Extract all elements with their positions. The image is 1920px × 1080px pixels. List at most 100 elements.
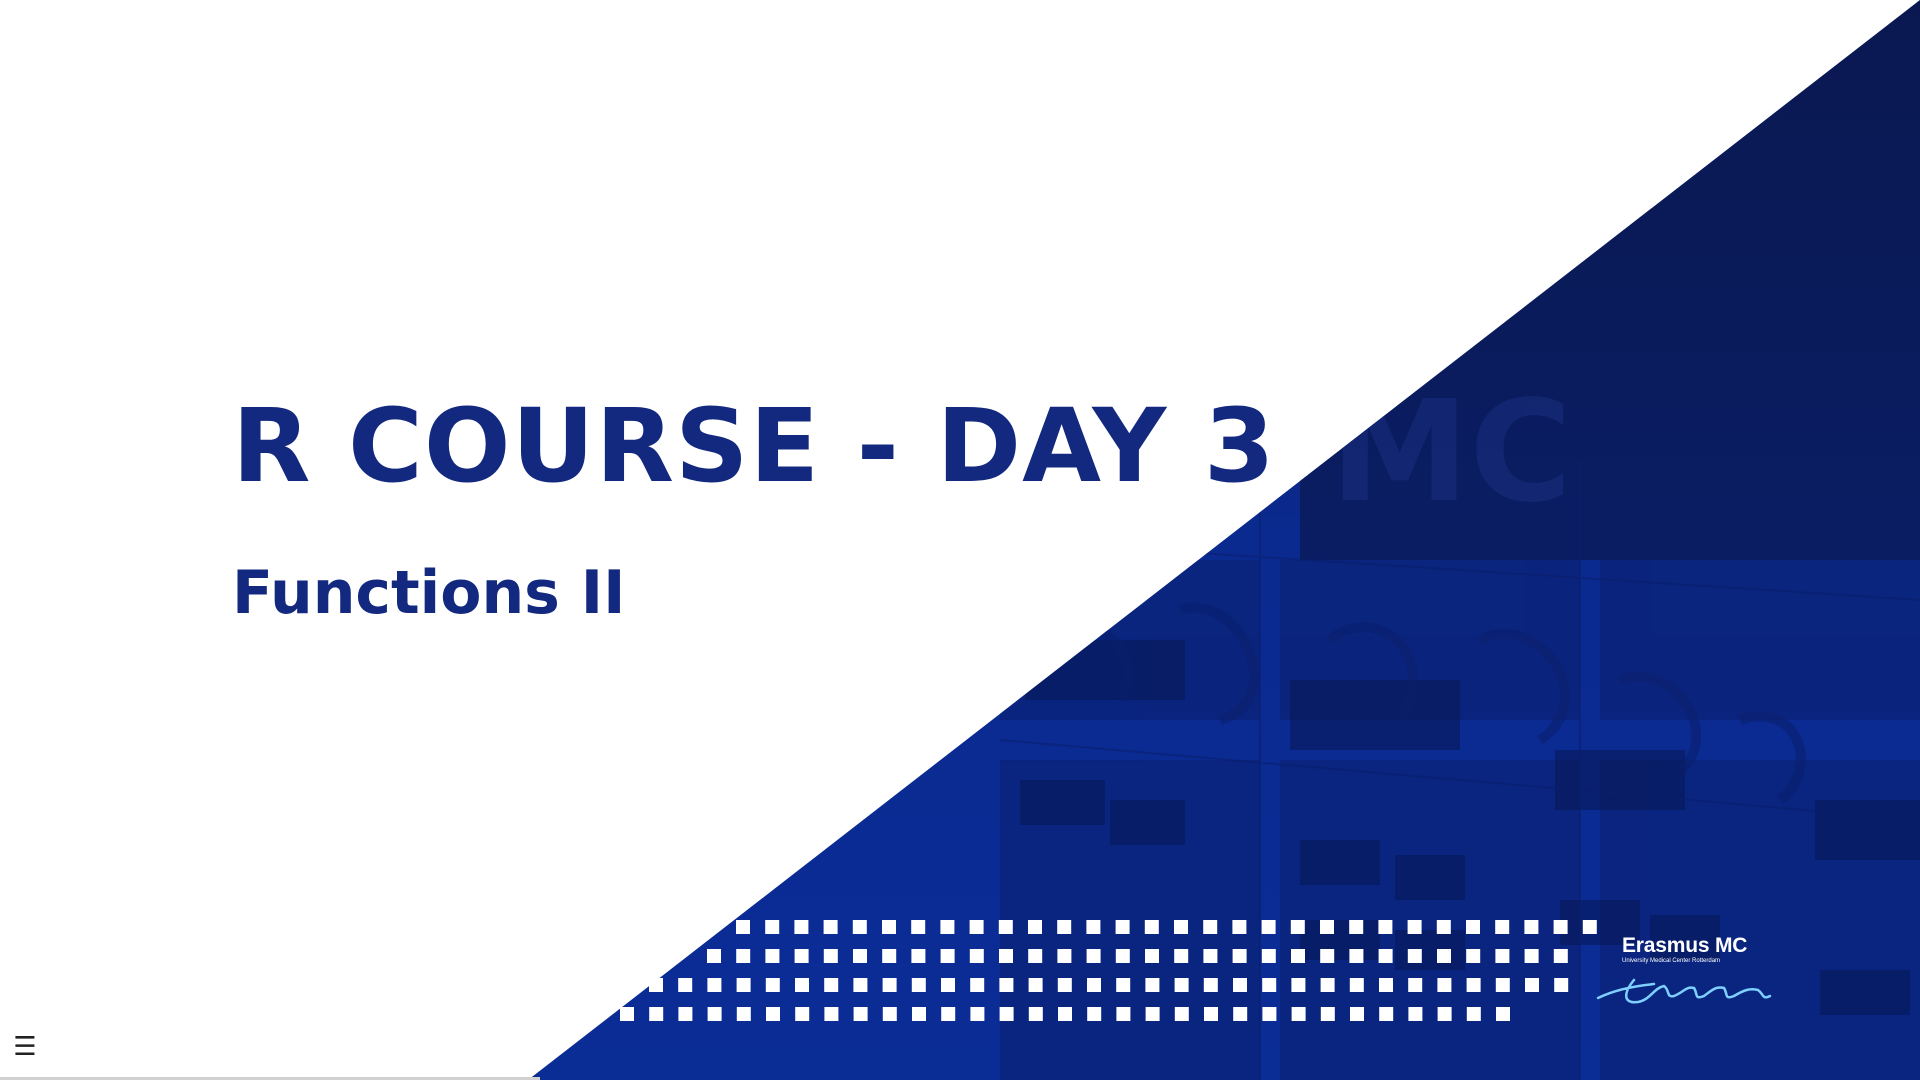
grid-dot <box>707 978 722 992</box>
grid-dot <box>882 1007 897 1021</box>
grid-dot <box>852 920 867 934</box>
grid-dot <box>678 978 693 992</box>
grid-dot <box>1525 978 1539 992</box>
building-photo-overlay: MC <box>999 0 1920 1080</box>
grid-dot <box>1262 978 1277 992</box>
svg-text:MC: MC <box>1330 371 1572 534</box>
grid-dot <box>882 978 897 992</box>
grid-dot <box>1203 949 1218 963</box>
grid-dot <box>1232 949 1247 963</box>
grid-dot <box>1320 949 1335 963</box>
grid-dot <box>1233 978 1247 992</box>
grid-dot <box>1028 920 1042 934</box>
grid-dot <box>1116 978 1131 992</box>
grid-dot <box>1582 920 1597 934</box>
grid-dot <box>1408 978 1423 992</box>
grid-dot <box>1028 1007 1043 1021</box>
grid-dot <box>1553 949 1568 963</box>
grid-dot <box>1174 1007 1189 1021</box>
grid-dot <box>1261 920 1276 934</box>
grid-dot <box>1028 949 1043 963</box>
grid-dot <box>911 978 926 992</box>
grid-dot <box>1524 949 1539 963</box>
grid-dot <box>941 978 955 992</box>
grid-dot <box>1087 978 1101 992</box>
grid-dot <box>1466 949 1481 963</box>
grid-dot <box>1466 920 1480 934</box>
grid-dot <box>882 920 896 934</box>
grid-dot <box>1291 1007 1306 1021</box>
grid-dot <box>1349 978 1364 992</box>
grid-dot <box>1174 920 1188 934</box>
grid-dot <box>1291 949 1305 963</box>
logo-wordmark: Erasmus MC <box>1622 934 1748 957</box>
grid-dot <box>940 949 955 963</box>
grid-dot <box>765 949 780 963</box>
grid-dot <box>1057 949 1072 963</box>
grid-dot <box>1379 978 1393 992</box>
grid-dot <box>1057 978 1072 992</box>
grid-dot <box>853 1007 868 1021</box>
grid-dot <box>1408 1007 1423 1021</box>
grid-dot <box>1028 978 1043 992</box>
grid-dot <box>766 1007 780 1021</box>
grid-dot <box>707 949 721 963</box>
grid-dot <box>1407 920 1422 934</box>
grid-dot <box>823 949 838 963</box>
slide-title: R COURSE - DAY 3 <box>232 387 1276 506</box>
grid-dot <box>1058 1007 1072 1021</box>
grid-dot <box>969 949 984 963</box>
grid-dot <box>1145 1007 1160 1021</box>
grid-dot <box>1320 978 1335 992</box>
grid-dot <box>1233 1007 1248 1021</box>
grid-dot <box>1174 949 1189 963</box>
grid-dot <box>1349 949 1364 963</box>
grid-dot <box>1496 1007 1510 1021</box>
grid-dot <box>1086 920 1101 934</box>
grid-dot <box>1378 920 1393 934</box>
grid-dot <box>794 949 809 963</box>
grid-dot <box>795 978 809 992</box>
grid-dot <box>1466 1007 1481 1021</box>
grid-dot <box>1086 949 1101 963</box>
title-slide: MC R COURSE - DAY 3 Functions II Erasmus… <box>0 0 1920 1080</box>
grid-dot <box>941 1007 956 1021</box>
slide-subtitle: Functions II <box>232 558 626 628</box>
grid-dot <box>1436 920 1451 934</box>
grid-dot <box>940 920 955 934</box>
erasmus-mc-logo: Erasmus MC University Medical Center Rot… <box>1594 934 1778 1008</box>
grid-dot <box>1350 1007 1364 1021</box>
grid-dot <box>1261 949 1276 963</box>
grid-dot <box>1495 949 1510 963</box>
grid-dot <box>1203 978 1218 992</box>
grid-dot <box>1174 978 1189 992</box>
grid-dot <box>1524 920 1539 934</box>
grid-dot <box>765 978 780 992</box>
grid-dot <box>1232 920 1247 934</box>
grid-dot <box>1087 1007 1102 1021</box>
grid-dot <box>824 1007 839 1021</box>
grid-dot <box>795 1007 810 1021</box>
grid-dot <box>1290 920 1305 934</box>
grid-dot <box>1320 920 1334 934</box>
hamburger-menu-icon[interactable]: ☰ <box>10 1032 40 1062</box>
grid-dot <box>1407 949 1422 963</box>
grid-dot <box>1116 1007 1131 1021</box>
grid-dot <box>1203 920 1218 934</box>
grid-dot <box>912 1007 926 1021</box>
grid-dot <box>1553 920 1568 934</box>
diagonal-background: MC <box>528 0 1920 1080</box>
grid-dot <box>1320 1007 1335 1021</box>
grid-dot <box>998 920 1013 934</box>
grid-dot <box>736 1007 751 1021</box>
grid-dot <box>970 1007 985 1021</box>
grid-dot <box>1057 920 1072 934</box>
grid-dot <box>853 978 868 992</box>
grid-dot <box>969 920 984 934</box>
grid-dot <box>999 1007 1014 1021</box>
grid-dot <box>1379 1007 1394 1021</box>
grid-dot <box>1495 978 1510 992</box>
grid-dot <box>1554 978 1569 992</box>
grid-dot <box>1437 949 1451 963</box>
grid-dot <box>911 949 926 963</box>
